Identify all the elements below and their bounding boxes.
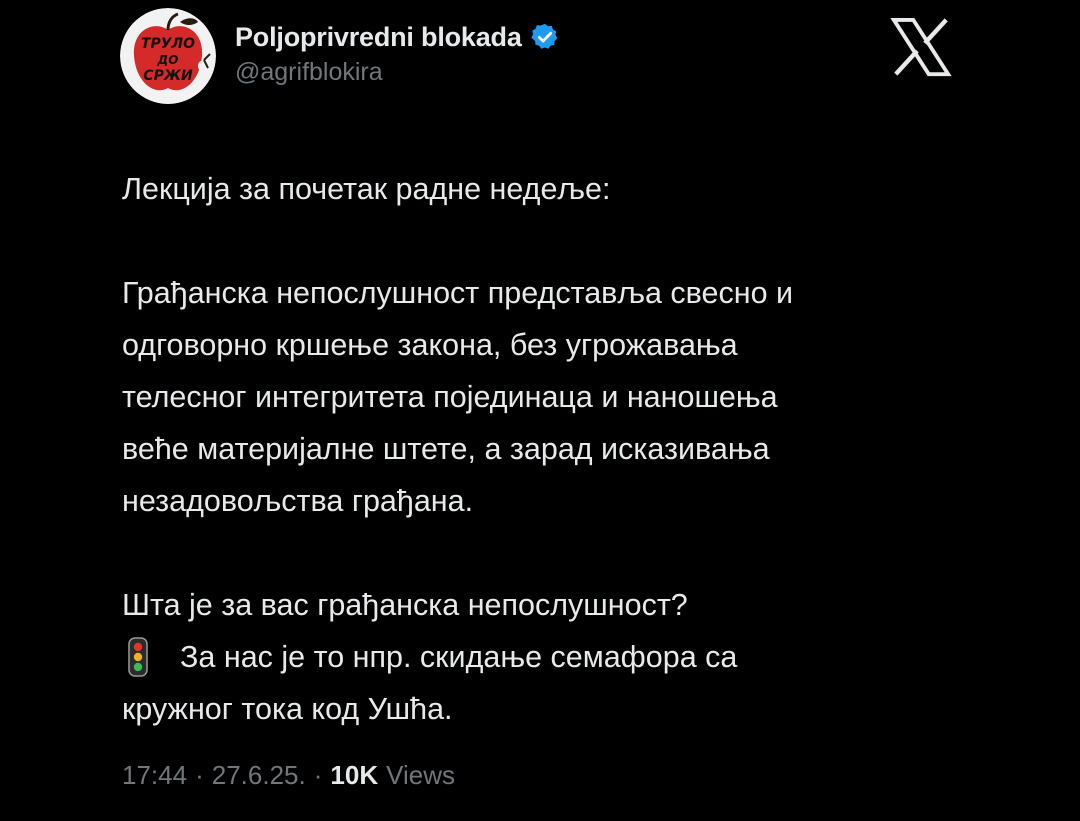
display-name-row: Poljoprivredni blokada (235, 20, 560, 54)
account-handle[interactable]: @agrifblokira (235, 58, 560, 87)
svg-text:СРЖИ: СРЖИ (143, 68, 193, 84)
tweet-question: Шта је за вас грађанска непослушност? (122, 588, 688, 622)
verified-badge-icon (530, 23, 558, 49)
tweet-paragraph-definition: Грађанска непослушност представља свесно… (122, 276, 794, 518)
views-count[interactable]: 10K (330, 760, 378, 791)
tweet-meta: 17:44 · 27.6.25. · 10K Views (122, 760, 455, 791)
display-name[interactable]: Poljoprivredni blokada (235, 22, 522, 53)
traffic-light-icon (128, 637, 148, 677)
tweet-answer-line: За нас је то нпр. скидање семафора са (122, 631, 1002, 683)
x-logo-icon[interactable] (890, 16, 952, 78)
separator: · (195, 760, 204, 790)
tweet-answer-line-1: За нас је то нпр. скидање семафора са (180, 640, 738, 674)
tweet-date[interactable]: 27.6.25. (212, 760, 306, 791)
tweet-header: ТРУЛО ДО СРЖИ Poljoprivredni blokada @ag… (120, 8, 970, 108)
views-label: Views (386, 760, 455, 790)
separator: · (313, 760, 323, 790)
tweet-time[interactable]: 17:44 (122, 760, 187, 791)
tweet-line-intro: Лекција за почетак радне недеље: (122, 172, 611, 206)
svg-text:ДО: ДО (157, 53, 179, 67)
account-info: Poljoprivredni blokada @agrifblokira (235, 20, 560, 87)
svg-text:ТРУЛО: ТРУЛО (141, 36, 195, 52)
avatar[interactable]: ТРУЛО ДО СРЖИ (120, 8, 216, 104)
avatar-apple-logo: ТРУЛО ДО СРЖИ (120, 8, 216, 104)
tweet-answer-line-2: кружног тока код Ушћа. (122, 692, 453, 726)
tweet-text: Лекција за почетак радне недеље: Грађанс… (122, 163, 1002, 735)
